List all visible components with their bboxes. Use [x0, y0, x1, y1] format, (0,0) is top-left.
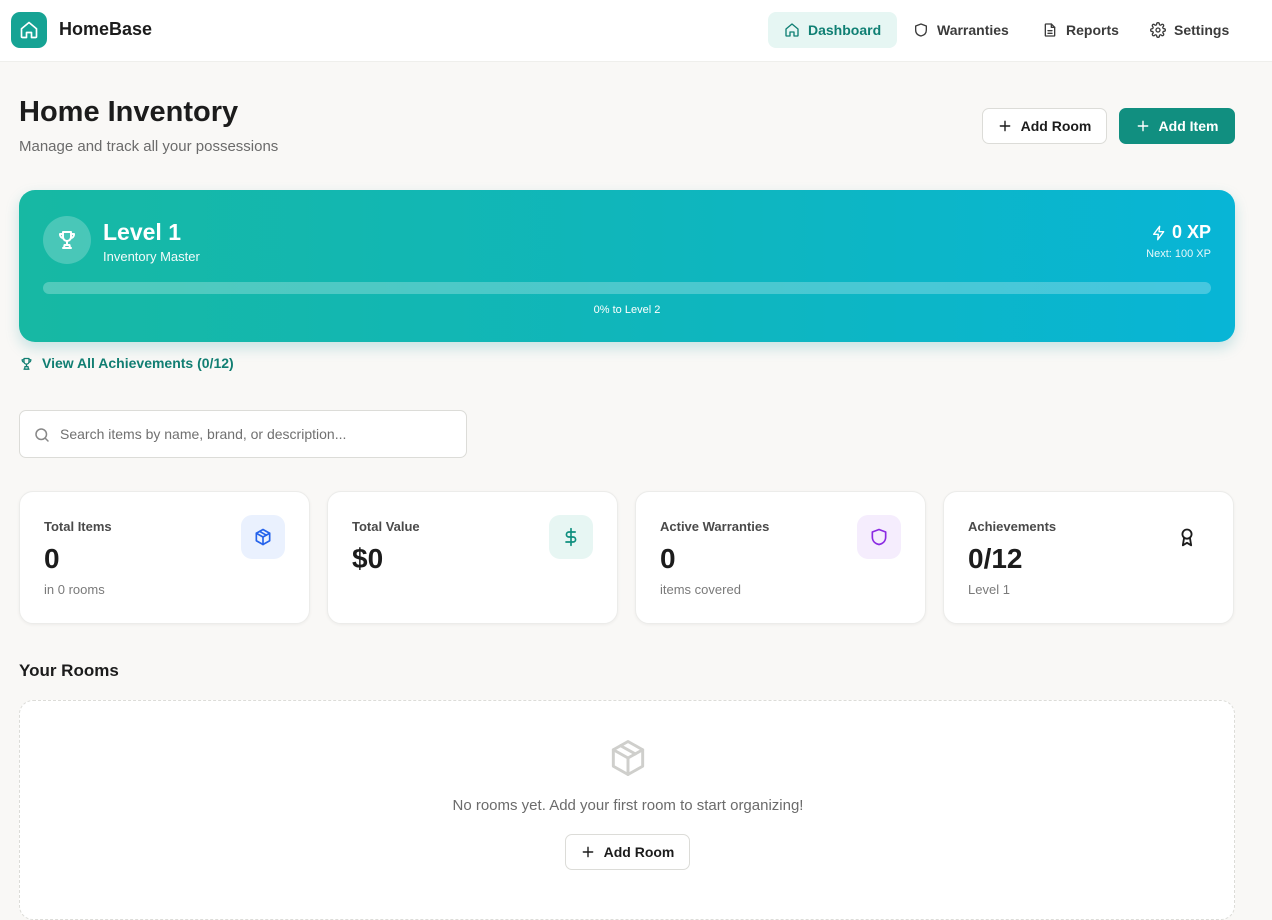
view-achievements-label: View All Achievements (0/12) — [42, 355, 234, 371]
add-item-button-label: Add Item — [1158, 118, 1219, 134]
brand-name[interactable]: HomeBase — [59, 19, 152, 40]
nav-settings-label: Settings — [1174, 22, 1230, 38]
top-navigation-bar: HomeBase Dashboard Warranties Reports Se… — [0, 0, 1272, 62]
plus-icon — [1137, 120, 1148, 132]
nav-warranties-label: Warranties — [937, 22, 1009, 38]
level-progress-bar — [43, 282, 1211, 294]
plus-icon — [999, 120, 1010, 132]
stat-value: $0 — [352, 543, 384, 574]
nav-reports[interactable]: Reports — [1026, 12, 1135, 48]
stat-note: in 0 rooms — [44, 582, 105, 597]
level-progress-card: Level 1 Inventory Master 0 XP Next: 100 … — [19, 190, 1235, 342]
lightning-icon — [1152, 225, 1165, 240]
stat-value: 0 — [44, 543, 60, 574]
progress-label: 0% to Level 2 — [593, 304, 661, 316]
page-title: Home Inventory — [19, 96, 239, 128]
nav-reports-label: Reports — [1066, 22, 1119, 38]
dollar-icon — [549, 515, 593, 559]
stat-label: Total Items — [44, 519, 112, 534]
add-room-button[interactable]: Add Room — [982, 108, 1107, 144]
stat-label: Total Value — [352, 519, 420, 534]
plus-icon — [582, 846, 593, 858]
add-room-empty-label: Add Room — [603, 844, 675, 860]
stat-card-active-warranties: Active Warranties 0 items covered — [635, 491, 926, 624]
add-room-button-label: Add Room — [1020, 118, 1092, 134]
rooms-section-title: Your Rooms — [19, 661, 119, 680]
rooms-empty-text: No rooms yet. Add your first room to sta… — [452, 797, 804, 814]
page-subtitle: Manage and track all your possessions — [19, 138, 279, 155]
search-icon — [35, 428, 49, 442]
rooms-empty-state: No rooms yet. Add your first room to sta… — [19, 700, 1235, 920]
level-rank: Inventory Master — [103, 249, 200, 264]
trophy-icon — [43, 216, 91, 264]
stat-card-achievements: Achievements 0/12 Level 1 — [943, 491, 1234, 624]
gear-icon — [1150, 22, 1166, 38]
view-achievements-link[interactable]: View All Achievements (0/12) — [19, 355, 234, 371]
stat-note: items covered — [660, 582, 741, 597]
nav-warranties[interactable]: Warranties — [897, 12, 1025, 48]
home-icon — [785, 23, 799, 37]
nav-settings[interactable]: Settings — [1134, 12, 1245, 48]
stat-label: Achievements — [968, 519, 1057, 534]
xp-value: 0 XP — [1171, 222, 1211, 242]
xp-next: Next: 100 XP — [1146, 248, 1211, 260]
stat-label: Active Warranties — [660, 519, 770, 534]
stat-card-total-items: Total Items 0 in 0 rooms — [19, 491, 310, 624]
stat-note: Level 1 — [968, 582, 1010, 597]
document-icon — [1044, 23, 1056, 37]
trophy-icon — [21, 357, 32, 370]
stat-value: 0 — [660, 543, 676, 574]
stat-card-total-value: Total Value $0 — [327, 491, 618, 624]
shield-icon — [915, 23, 927, 37]
nav-dashboard[interactable]: Dashboard — [768, 12, 898, 48]
nav-dashboard-label: Dashboard — [808, 22, 882, 38]
box-icon — [606, 736, 650, 785]
search-box[interactable] — [19, 410, 467, 458]
home-logo-icon[interactable] — [11, 12, 47, 48]
shield-icon — [857, 515, 901, 559]
box-icon — [241, 515, 285, 559]
xp-counter: 0 XP — [1151, 222, 1211, 243]
search-input[interactable] — [60, 411, 460, 457]
stat-value: 0/12 — [968, 543, 1023, 574]
award-icon — [1165, 515, 1209, 559]
level-title: Level 1 — [103, 219, 181, 245]
add-room-empty-button[interactable]: Add Room — [565, 834, 690, 870]
add-item-button[interactable]: Add Item — [1119, 108, 1235, 144]
